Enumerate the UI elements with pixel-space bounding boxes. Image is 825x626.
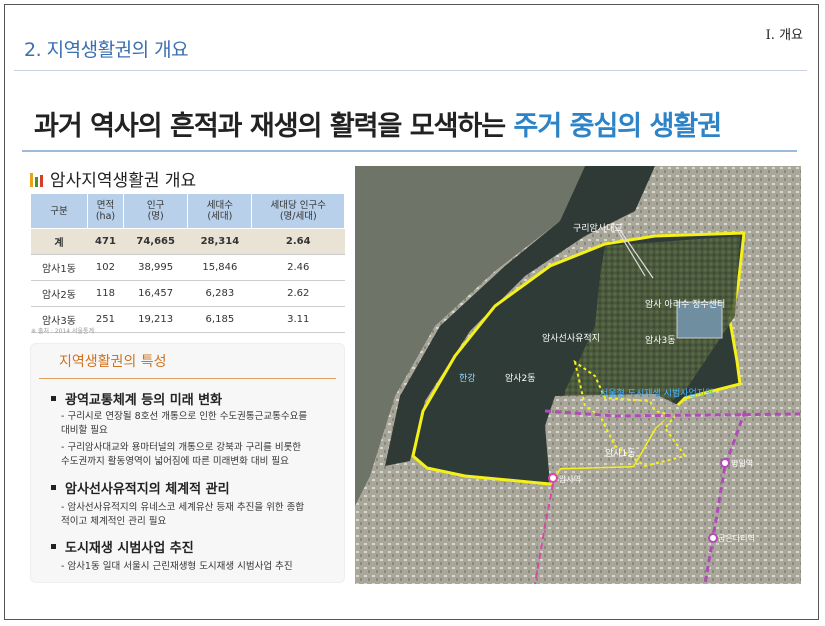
table-header-cell: 면적 (ha) <box>86 193 125 229</box>
label-youth-center: 암사 아리수 정수센터 <box>645 298 725 310</box>
station-guri-marker <box>708 533 718 543</box>
features-divider <box>39 378 336 379</box>
table-cell: 118 <box>87 280 124 307</box>
station-amsa-marker <box>548 473 558 483</box>
feature-detail: - 암사1동 일대 서울시 근린재생형 도시재생 시범사업 추진 <box>61 561 293 572</box>
features-title: 지역생활권의 특성 <box>59 354 167 370</box>
table-cell: 2.62 <box>251 280 345 307</box>
table-cell: 3.11 <box>251 306 345 333</box>
table-cell: 계 <box>30 228 88 255</box>
label-bridge: 구리암사대교 <box>573 222 623 234</box>
feature-heading-3: 도시재생 시범사업 추진 <box>51 537 194 556</box>
table-header-cell: 구분 <box>30 193 88 229</box>
bar-chart-icon <box>30 173 44 187</box>
table-row: 암사1동 102 38,995 15,846 2.46 <box>30 254 345 281</box>
table-cell: 6,283 <box>187 280 252 307</box>
table-header-cell: 인구 (명) <box>123 193 189 229</box>
headline-accent: 주거 중심의 생활권 <box>513 111 723 142</box>
features-panel: 지역생활권의 특성 광역교통체계 등의 미래 변화 - 구리시로 연장될 8호선… <box>30 343 345 583</box>
label-station-myeongil: 명일역 <box>731 458 753 468</box>
label-regen-area: 서울형 도시재생 시범사업지역 <box>600 388 713 399</box>
table-cell: 16,457 <box>123 280 188 307</box>
table-cell: 38,995 <box>123 254 188 281</box>
station-myeongil-marker <box>720 458 730 468</box>
table-row: 계 471 74,665 28,314 2.64 <box>30 228 345 255</box>
overview-title: 암사지역생활권 개요 <box>30 166 196 191</box>
section-title: 2. 지역생활권의 개요 <box>24 39 189 61</box>
feature-detail: - 구리시로 연장될 8호선 개통으로 인한 수도권통근교통수요를 <box>61 411 308 422</box>
header-divider <box>14 70 807 71</box>
table-cell: 28,314 <box>187 228 252 255</box>
aerial-map: 구리암사대교 암사 아리수 정수센터 암사3동 암사선사유적지 한강 암사2동 … <box>355 166 801 584</box>
table-cell: 2.46 <box>251 254 345 281</box>
label-dong2: 암사2동 <box>505 372 536 384</box>
label-dong1: 암사1동 <box>605 447 636 459</box>
label-station-amsa: 암사역 <box>559 474 581 484</box>
feature-heading-1: 광역교통체계 등의 미래 변화 <box>51 389 222 408</box>
table-cell: 암사2동 <box>30 280 88 307</box>
feature-detail: 대비할 필요 <box>61 425 108 436</box>
feature-detail: 수도권까지 활동영역이 넓어짐에 따른 미래변화 대비 필요 <box>61 456 289 467</box>
headline: 과거 역사의 흔적과 재생의 활력을 모색하는 주거 중심의 생활권 <box>34 104 723 143</box>
table-cell: 19,213 <box>123 306 188 333</box>
feature-detail: 적이고 체계적인 관리 필요 <box>61 516 167 527</box>
table-cell: 6,185 <box>187 306 252 333</box>
table-cell: 471 <box>87 228 124 255</box>
chapter-label: Ⅰ. 개요 <box>765 28 803 43</box>
label-station-guri: 굽은다리역 <box>718 533 755 543</box>
feature-detail: - 구리암사대교와 용마터널의 개통으로 강북과 구리를 비롯한 <box>61 442 302 453</box>
label-prehistoric-site: 암사선사유적지 <box>542 332 600 344</box>
label-dong3: 암사3동 <box>645 334 676 346</box>
table-header-row: 구분 면적 (ha) 인구 (명) 세대수 (세대) 세대당 인구수 (명/세대) <box>30 193 345 229</box>
table-cell: 102 <box>87 254 124 281</box>
table-header-cell: 세대수 (세대) <box>187 193 253 229</box>
overview-title-text: 암사지역생활권 개요 <box>50 171 197 191</box>
table-header-cell: 세대당 인구수 (명/세대) <box>251 193 345 229</box>
table-cell: 74,665 <box>123 228 188 255</box>
table-cell: 15,846 <box>187 254 252 281</box>
table-row: 암사2동 118 16,457 6,283 2.62 <box>30 280 345 307</box>
headline-main: 과거 역사의 흔적과 재생의 활력을 모색하는 <box>34 111 514 142</box>
feature-heading-2: 암사선사유적지의 체계적 관리 <box>51 478 230 497</box>
overview-table: 구분 면적 (ha) 인구 (명) 세대수 (세대) 세대당 인구수 (명/세대) 계4… <box>30 193 345 333</box>
table-source: ※ 출처 : 2014 서울통계 <box>31 328 95 335</box>
headline-underline <box>22 150 797 152</box>
label-river: 한강 <box>459 373 476 384</box>
table-cell: 암사1동 <box>30 254 88 281</box>
feature-detail: - 암사선사유적지의 유네스코 세계유산 등재 추진을 위한 종합 <box>61 502 305 513</box>
table-cell: 2.64 <box>251 228 345 255</box>
